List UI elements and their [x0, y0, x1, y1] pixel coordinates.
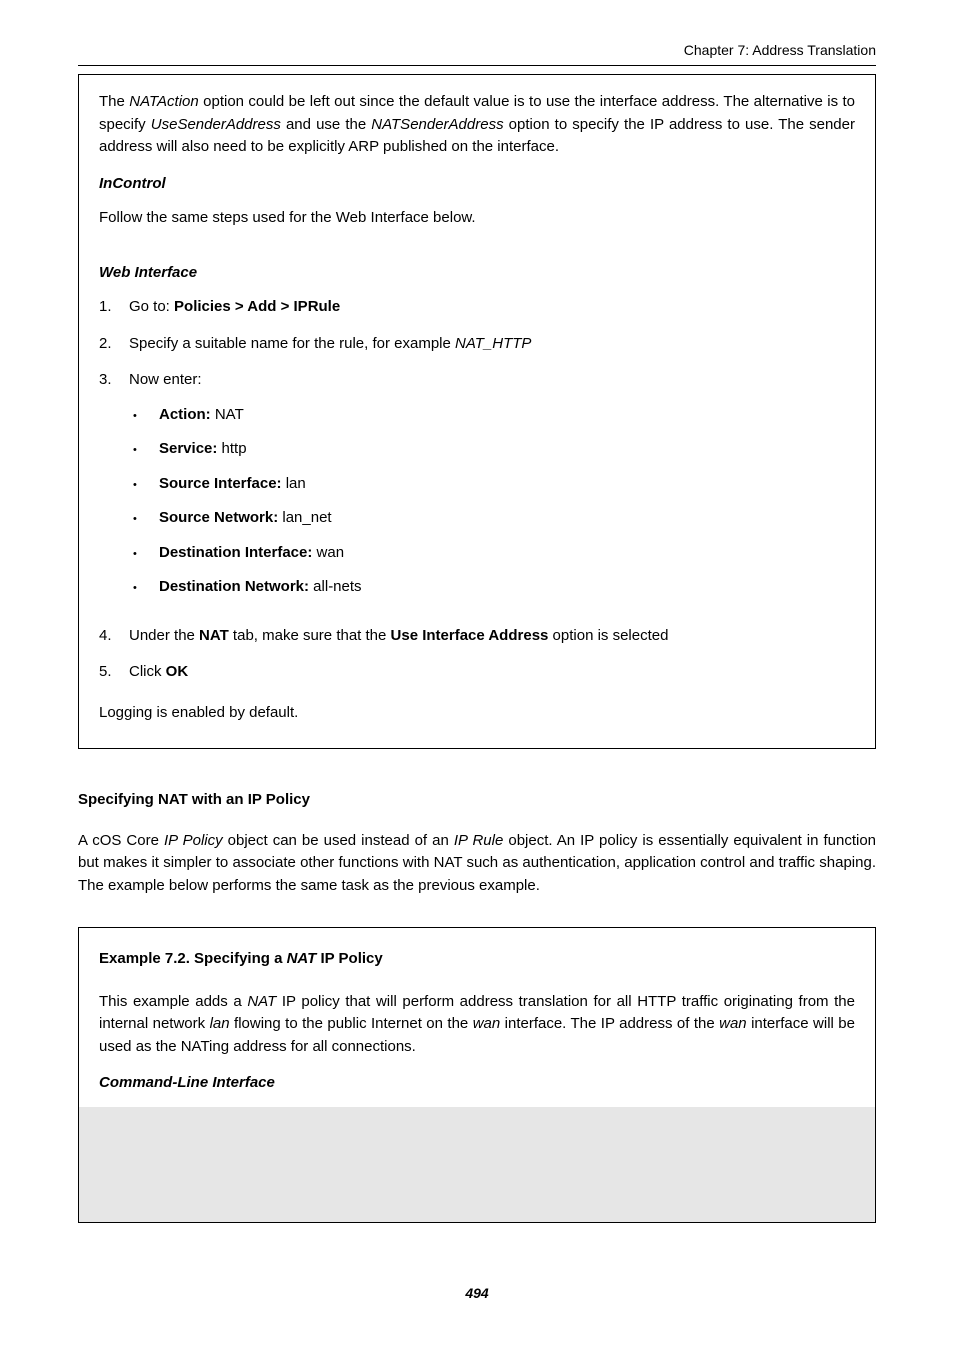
- example-7-2-box: Example 7.2. Specifying a NAT IP Policy …: [78, 927, 876, 1223]
- example-box-continued: The NATAction option could be left out s…: [78, 74, 876, 749]
- bullet-source-network: •Source Network: lan_net: [129, 507, 855, 530]
- field-bullets: •Action: NAT •Service: http •Source Inte…: [129, 404, 855, 599]
- chapter-title: Chapter 7: Address Translation: [684, 42, 876, 58]
- example-title: Example 7.2. Specifying a NAT IP Policy: [99, 948, 855, 971]
- bullet-destination-interface: •Destination Interface: wan: [129, 542, 855, 565]
- bullet-destination-network: •Destination Network: all-nets: [129, 576, 855, 599]
- incontrol-heading: InControl: [99, 173, 855, 196]
- cli-heading: Command-Line Interface: [99, 1072, 855, 1095]
- bullet-action: •Action: NAT: [129, 404, 855, 427]
- step-3: 3. Now enter: •Action: NAT •Service: htt…: [99, 369, 855, 611]
- incontrol-text: Follow the same steps used for the Web I…: [99, 207, 855, 230]
- step-1: 1. Go to: Policies > Add > IPRule: [99, 296, 855, 319]
- page-number: 494: [78, 1283, 876, 1304]
- step-2: 2. Specify a suitable name for the rule,…: [99, 333, 855, 356]
- intro-paragraph: The NATAction option could be left out s…: [99, 91, 855, 159]
- steps-list: 1. Go to: Policies > Add > IPRule 2. Spe…: [99, 296, 855, 684]
- section-heading: Specifying NAT with an IP Policy: [78, 789, 876, 812]
- step-5: 5. Click OK: [99, 661, 855, 684]
- bullet-source-interface: •Source Interface: lan: [129, 473, 855, 496]
- bullet-service: •Service: http: [129, 438, 855, 461]
- step-4: 4. Under the NAT tab, make sure that the…: [99, 625, 855, 648]
- web-interface-heading: Web Interface: [99, 262, 855, 285]
- logging-note: Logging is enabled by default.: [99, 702, 855, 725]
- code-block: [79, 1107, 875, 1222]
- example-description: This example adds a NAT IP policy that w…: [99, 991, 855, 1059]
- section-paragraph: A cOS Core IP Policy object can be used …: [78, 830, 876, 898]
- page-header: Chapter 7: Address Translation: [78, 40, 876, 66]
